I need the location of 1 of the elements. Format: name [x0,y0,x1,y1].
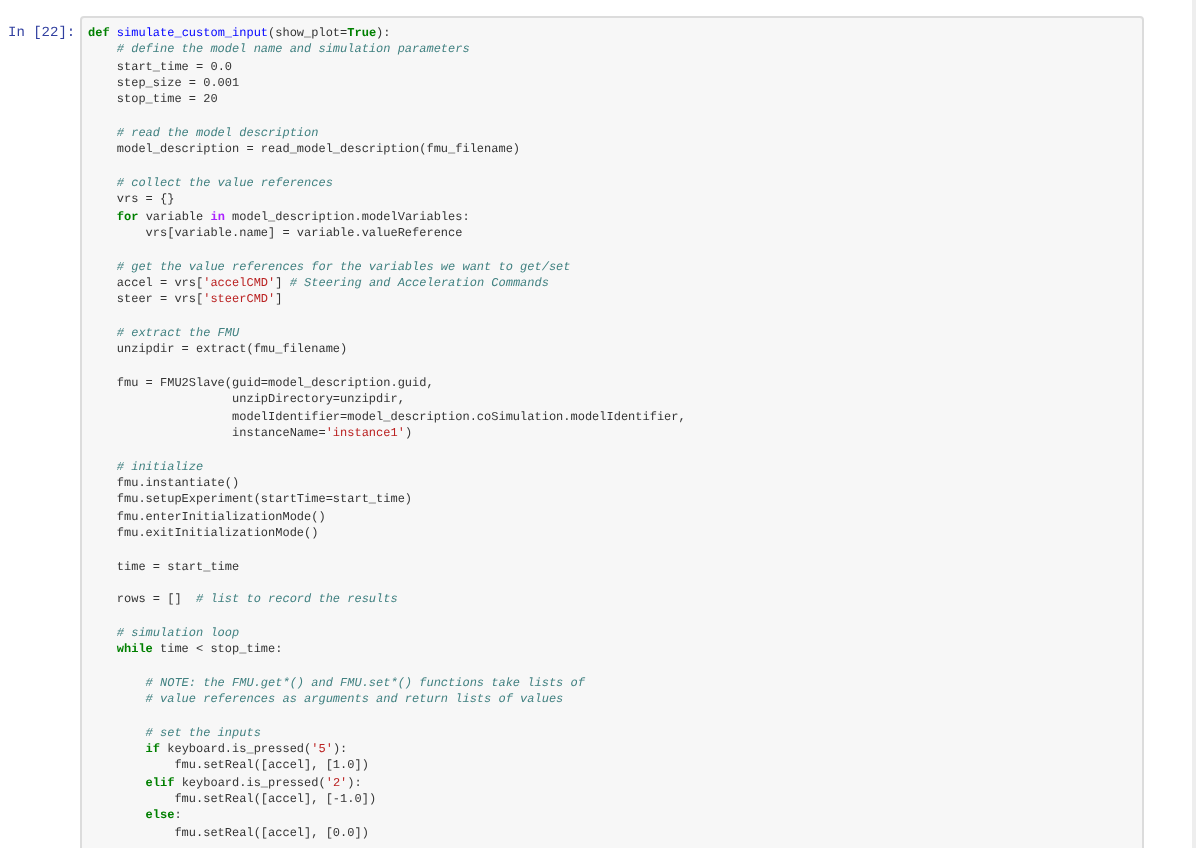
code-cell[interactable] [80,16,1144,848]
